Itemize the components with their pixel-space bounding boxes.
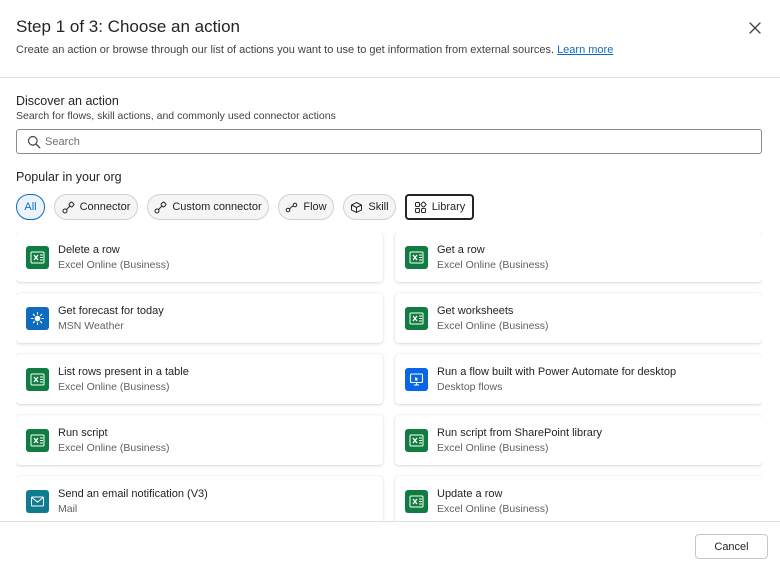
search-icon: [27, 135, 41, 149]
filter-flow-label: Flow: [303, 201, 327, 213]
discover-description: Search for flows, skill actions, and com…: [16, 110, 336, 122]
excel-icon: [405, 246, 428, 269]
excel-icon: [26, 368, 49, 391]
action-card-get-worksheets[interactable]: Get worksheets Excel Online (Business): [395, 293, 762, 343]
custom-connector-icon: [154, 201, 167, 213]
action-source: MSN Weather: [58, 320, 124, 332]
action-source: Excel Online (Business): [58, 259, 170, 271]
action-card-list-rows[interactable]: List rows present in a table Excel Onlin…: [16, 354, 383, 404]
action-name: Delete a row: [58, 244, 120, 256]
action-name: List rows present in a table: [58, 366, 189, 378]
action-card-run-script[interactable]: Run script Excel Online (Business): [16, 415, 383, 465]
close-icon: [749, 22, 761, 34]
cancel-button[interactable]: Cancel: [695, 534, 768, 559]
filter-connector-label: Connector: [79, 201, 131, 213]
filter-library-label: Library: [431, 201, 466, 213]
action-source: Excel Online (Business): [437, 442, 549, 454]
action-source: Excel Online (Business): [437, 259, 549, 271]
excel-icon: [405, 490, 428, 513]
filter-all-label: All: [24, 201, 37, 213]
action-name: Update a row: [437, 488, 503, 500]
action-card-send-email[interactable]: Send an email notification (V3) Mail: [16, 476, 383, 522]
library-icon: [414, 201, 427, 213]
filter-flow-chip[interactable]: Flow: [278, 194, 334, 220]
action-card-run-desktop-flow[interactable]: Run a flow built with Power Automate for…: [395, 354, 762, 404]
filter-skill-chip[interactable]: Skill: [343, 194, 396, 220]
action-list: Delete a row Excel Online (Business) Get…: [16, 232, 762, 522]
action-source: Excel Online (Business): [437, 320, 549, 332]
action-name: Get worksheets: [437, 305, 514, 317]
action-card-get-forecast[interactable]: Get forecast for today MSN Weather: [16, 293, 383, 343]
filter-all-chip[interactable]: All: [16, 194, 45, 220]
dialog-footer: Cancel: [0, 521, 780, 567]
dialog-subtitle-text: Create an action or browse through our l…: [16, 44, 555, 56]
excel-icon: [405, 307, 428, 330]
excel-icon: [26, 246, 49, 269]
excel-icon: [26, 429, 49, 452]
learn-more-link[interactable]: Learn more: [557, 44, 613, 56]
dialog-header: Step 1 of 3: Choose an action Create an …: [0, 0, 780, 78]
action-name: Run script from SharePoint library: [437, 427, 603, 439]
excel-icon: [405, 429, 428, 452]
dialog-subtitle: Create an action or browse through our l…: [16, 44, 613, 56]
filter-custom-connector-label: Custom connector: [172, 201, 262, 213]
action-source: Mail: [58, 503, 78, 515]
dialog-title: Step 1 of 3: Choose an action: [16, 17, 240, 36]
action-name: Send an email notification (V3): [58, 488, 208, 500]
action-source: Desktop flows: [437, 381, 503, 393]
skill-icon: [351, 201, 363, 213]
popular-title: Popular in your org: [16, 170, 122, 184]
action-name: Run script: [58, 427, 108, 439]
action-card-update-a-row[interactable]: Update a row Excel Online (Business): [395, 476, 762, 522]
search-box[interactable]: [16, 129, 762, 154]
flow-icon: [286, 202, 298, 212]
action-name: Run a flow built with Power Automate for…: [437, 366, 677, 378]
close-button[interactable]: [746, 19, 764, 37]
action-name: Get forecast for today: [58, 305, 164, 317]
action-card-get-a-row[interactable]: Get a row Excel Online (Business): [395, 232, 762, 282]
filter-skill-label: Skill: [368, 201, 389, 213]
action-card-delete-a-row[interactable]: Delete a row Excel Online (Business): [16, 232, 383, 282]
action-source: Excel Online (Business): [58, 381, 170, 393]
discover-title: Discover an action: [16, 94, 119, 108]
action-name: Get a row: [437, 244, 485, 256]
mail-icon: [26, 490, 49, 513]
weather-icon: [26, 307, 49, 330]
action-source: Excel Online (Business): [437, 503, 549, 515]
action-source: Excel Online (Business): [58, 442, 170, 454]
connector-icon: [62, 201, 75, 213]
filter-library-chip[interactable]: Library: [405, 194, 474, 220]
filter-custom-connector-chip[interactable]: Custom connector: [147, 194, 269, 220]
filter-connector-chip[interactable]: Connector: [54, 194, 138, 220]
search-input[interactable]: [45, 132, 745, 151]
action-card-run-script-sharepoint[interactable]: Run script from SharePoint library Excel…: [395, 415, 762, 465]
desktop-flow-icon: [405, 368, 428, 391]
